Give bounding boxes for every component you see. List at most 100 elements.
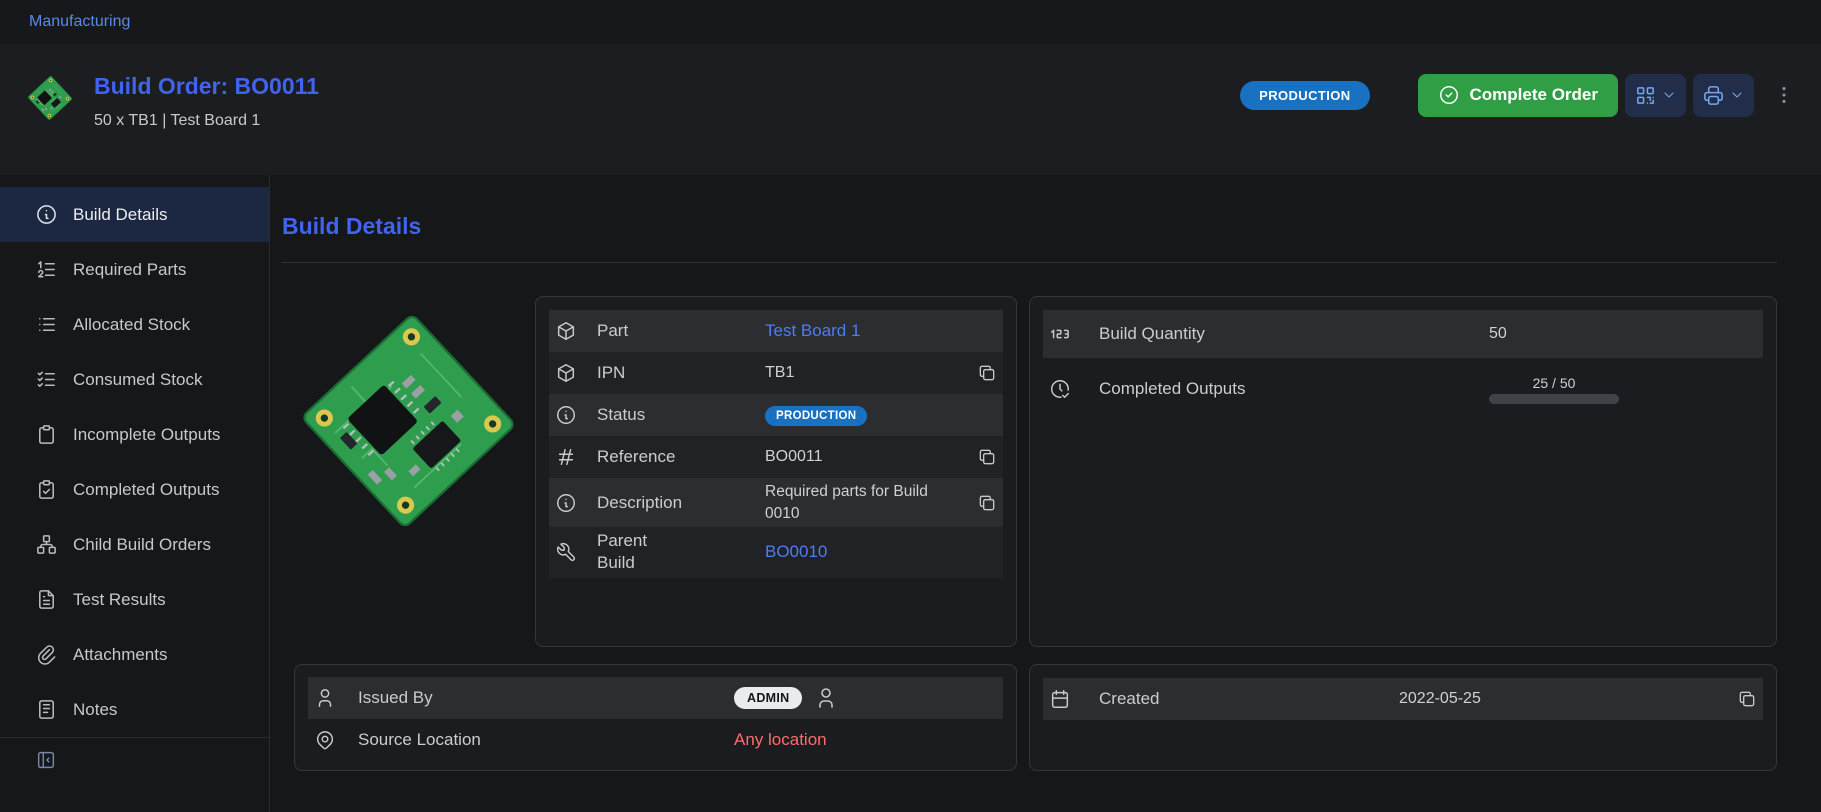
info-circle-icon [555,404,597,426]
status-badge: PRODUCTION [1240,81,1369,110]
chevron-down-icon [1729,87,1745,103]
detail-label: Description [597,493,765,513]
sidebar-item-label: Build Details [73,205,168,225]
parent-build-link[interactable]: BO0010 [765,542,963,562]
completed-outputs-row: Completed Outputs 25 / 50 [1043,358,1763,420]
clock-check-icon [1049,378,1099,400]
copy-button[interactable] [977,493,997,513]
sidebar-item-label: Allocated Stock [73,315,190,335]
list-icon [35,313,58,336]
detail-label: Parent Build [597,530,765,574]
section-heading: Build Details [282,212,1777,240]
status-badge-small: PRODUCTION [765,406,867,426]
user-icon [814,686,838,710]
qrcode-icon [1634,84,1657,107]
detail-row-parent-build: Parent Build BO0010 [549,527,1003,577]
detail-label: IPN [597,363,765,383]
copy-icon [977,363,997,383]
description-value: Required parts for Build 0010 [765,481,935,524]
progress-label: 25 / 50 [1533,375,1576,391]
main-content: Build Details Part Test Board 1 [270,175,1821,812]
detail-row-reference: Reference BO0011 [549,436,1003,478]
issue-card: Issued By ADMIN Source Location Any loca… [294,664,1017,771]
clipboard-icon [35,423,58,446]
more-actions-button[interactable] [1773,74,1795,117]
build-quantity-row: Build Quantity 50 [1043,310,1763,358]
complete-order-button[interactable]: Complete Order [1418,74,1618,117]
sidebar: Build Details Required Parts Allocated S… [0,175,270,812]
details-card: Part Test Board 1 IPN TB1 [535,296,1017,647]
sidebar-item-label: Notes [73,700,117,720]
calendar-icon [1049,688,1099,710]
source-location-value: Any location [734,730,997,750]
created-card: Created 2022-05-25 [1029,664,1777,771]
print-actions-button[interactable] [1693,74,1754,117]
created-label: Created [1099,689,1399,709]
chevron-down-icon [1661,87,1677,103]
user-icon [314,687,358,709]
admin-badge: ADMIN [734,687,802,709]
barcode-actions-button[interactable] [1625,74,1686,117]
issued-by-row: Issued By ADMIN [308,677,1003,719]
sidebar-item-label: Consumed Stock [73,370,202,390]
box-icon [555,362,597,384]
sidebar-item-label: Child Build Orders [73,535,211,555]
issued-by-label: Issued By [358,688,734,708]
sidebar-item-allocated-stock[interactable]: Allocated Stock [0,297,269,352]
sidebar-collapse-button[interactable] [35,749,57,774]
breadcrumb: Manufacturing [0,0,1821,44]
page: Manufacturing Build Order: BO0011 50 x T… [0,0,1821,812]
dots-vertical-icon [1773,84,1795,106]
sidebar-item-attachments[interactable]: Attachments [0,627,269,682]
copy-icon [977,493,997,513]
page-subtitle: 50 x TB1 | Test Board 1 [94,112,319,130]
sidebar-item-label: Completed Outputs [73,480,219,500]
sidebar-item-test-results[interactable]: Test Results [0,572,269,627]
sidebar-item-completed-outputs[interactable]: Completed Outputs [0,462,269,517]
ipn-value: TB1 [765,364,963,382]
numbers-123-icon [1049,323,1099,345]
sidebar-item-label: Test Results [73,590,166,610]
copy-button[interactable] [977,363,997,383]
reference-value: BO0011 [765,448,963,466]
detail-row-part: Part Test Board 1 [549,310,1003,352]
sidebar-item-consumed-stock[interactable]: Consumed Stock [0,352,269,407]
box-icon [555,320,597,342]
build-thumbnail[interactable] [26,73,74,123]
detail-label: Part [597,321,765,341]
source-location-label: Source Location [358,730,734,750]
detail-label: Reference [597,447,765,467]
copy-button[interactable] [1737,689,1757,709]
part-image[interactable] [294,296,523,546]
copy-icon [1737,689,1757,709]
sidebar-item-label: Required Parts [73,260,186,280]
page-header: Build Order: BO0011 50 x TB1 | Test Boar… [0,44,1821,175]
info-circle-icon [555,492,597,514]
sidebar-item-build-details[interactable]: Build Details [0,187,269,242]
sidebar-item-label: Incomplete Outputs [73,425,220,445]
sitemap-icon [35,533,58,556]
source-location-row: Source Location Any location [308,719,1003,761]
breadcrumb-manufacturing[interactable]: Manufacturing [29,13,130,31]
detail-row-ipn: IPN TB1 [549,352,1003,394]
copy-button[interactable] [977,447,997,467]
notes-icon [35,698,58,721]
detail-label: Status [597,405,765,425]
sidebar-collapse-icon [35,749,57,771]
report-icon [35,588,58,611]
sidebar-item-label: Attachments [73,645,168,665]
detail-row-description: Description Required parts for Build 001… [549,478,1003,527]
sidebar-item-required-parts[interactable]: Required Parts [0,242,269,297]
title-block: Build Order: BO0011 50 x TB1 | Test Boar… [94,73,319,130]
part-link[interactable]: Test Board 1 [765,321,963,341]
sidebar-item-incomplete-outputs[interactable]: Incomplete Outputs [0,407,269,462]
details-grid: Part Test Board 1 IPN TB1 [294,296,1777,771]
sidebar-item-notes[interactable]: Notes [0,682,269,737]
map-pin-icon [314,729,358,751]
created-row: Created 2022-05-25 [1043,678,1763,720]
issued-by-value: ADMIN [734,686,997,710]
list-numbers-icon [35,258,58,281]
complete-order-label: Complete Order [1470,85,1598,105]
progress-track [1489,394,1619,404]
sidebar-item-child-build-orders[interactable]: Child Build Orders [0,517,269,572]
